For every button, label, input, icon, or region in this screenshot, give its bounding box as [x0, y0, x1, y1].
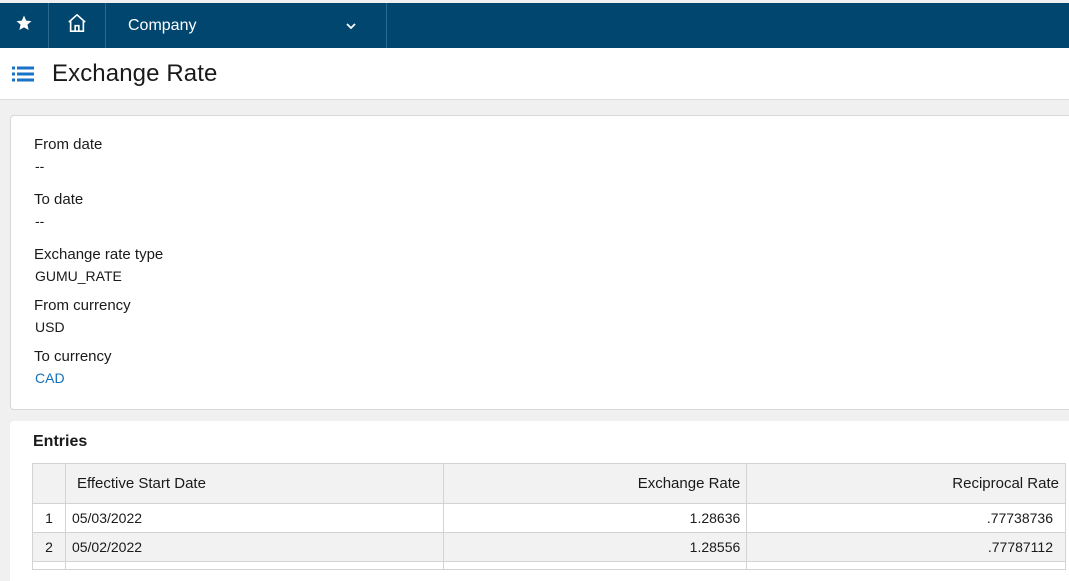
top-nav-bar: Company — [0, 3, 1069, 48]
home-icon — [66, 13, 88, 38]
column-header-reciprocal-rate[interactable]: Reciprocal Rate — [746, 463, 1066, 504]
chevron-down-icon — [346, 17, 356, 35]
to-date-label: To date — [34, 191, 84, 208]
from-currency-value: USD — [35, 319, 65, 335]
row-number: 1 — [32, 503, 66, 533]
star-icon — [15, 14, 33, 37]
page-title: Exchange Rate — [52, 59, 218, 87]
cell-exchange-rate[interactable]: 1.28636 — [442, 503, 748, 533]
table-row-partial — [32, 561, 1066, 570]
page-header: Exchange Rate — [0, 48, 1069, 100]
company-menu-label: Company — [128, 16, 197, 34]
from-date-label: From date — [34, 136, 103, 153]
to-date-value: -- — [35, 213, 45, 229]
list-icon[interactable] — [12, 64, 36, 84]
cell-start-date[interactable]: 05/02/2022 — [64, 532, 444, 562]
entries-section: Entries Effective Start Date Exchange Ra… — [10, 421, 1069, 581]
to-currency-label: To currency — [34, 348, 112, 365]
from-currency-field: From currency USD — [34, 297, 131, 335]
to-currency-link[interactable]: CAD — [35, 370, 112, 386]
details-card: From date -- To date -- Exchange rate ty… — [10, 115, 1069, 410]
cell-reciprocal-rate[interactable]: .77787112 — [746, 532, 1066, 562]
row-number: 2 — [32, 532, 66, 562]
company-menu[interactable]: Company — [106, 3, 387, 48]
rate-type-value: GUMU_RATE — [35, 268, 122, 284]
table-row[interactable]: 2 05/02/2022 1.28556 .77787112 — [32, 532, 1066, 562]
column-header-start-date[interactable]: Effective Start Date — [64, 463, 444, 504]
column-header-exchange-rate[interactable]: Exchange Rate — [442, 463, 748, 504]
to-currency-field: To currency CAD — [34, 348, 112, 386]
table-row[interactable]: 1 05/03/2022 1.28636 .77738736 — [32, 503, 1066, 533]
to-date-field: To date -- — [34, 191, 83, 229]
from-currency-label: From currency — [34, 297, 131, 314]
table-header-row: Effective Start Date Exchange Rate Recip… — [32, 463, 1066, 504]
entries-title: Entries — [33, 433, 88, 450]
home-button[interactable] — [49, 3, 106, 48]
from-date-value: -- — [35, 158, 45, 174]
from-date-field: From date -- — [34, 136, 102, 174]
cell-exchange-rate[interactable]: 1.28556 — [442, 532, 748, 562]
rate-type-field: Exchange rate type GUMU_RATE — [34, 246, 163, 284]
cell-reciprocal-rate[interactable]: .77738736 — [746, 503, 1066, 533]
cell-start-date[interactable]: 05/03/2022 — [64, 503, 444, 533]
favorites-button[interactable] — [0, 3, 49, 48]
row-number-header — [32, 463, 66, 504]
rate-type-label: Exchange rate type — [34, 246, 164, 263]
entries-table: Effective Start Date Exchange Rate Recip… — [32, 463, 1066, 570]
